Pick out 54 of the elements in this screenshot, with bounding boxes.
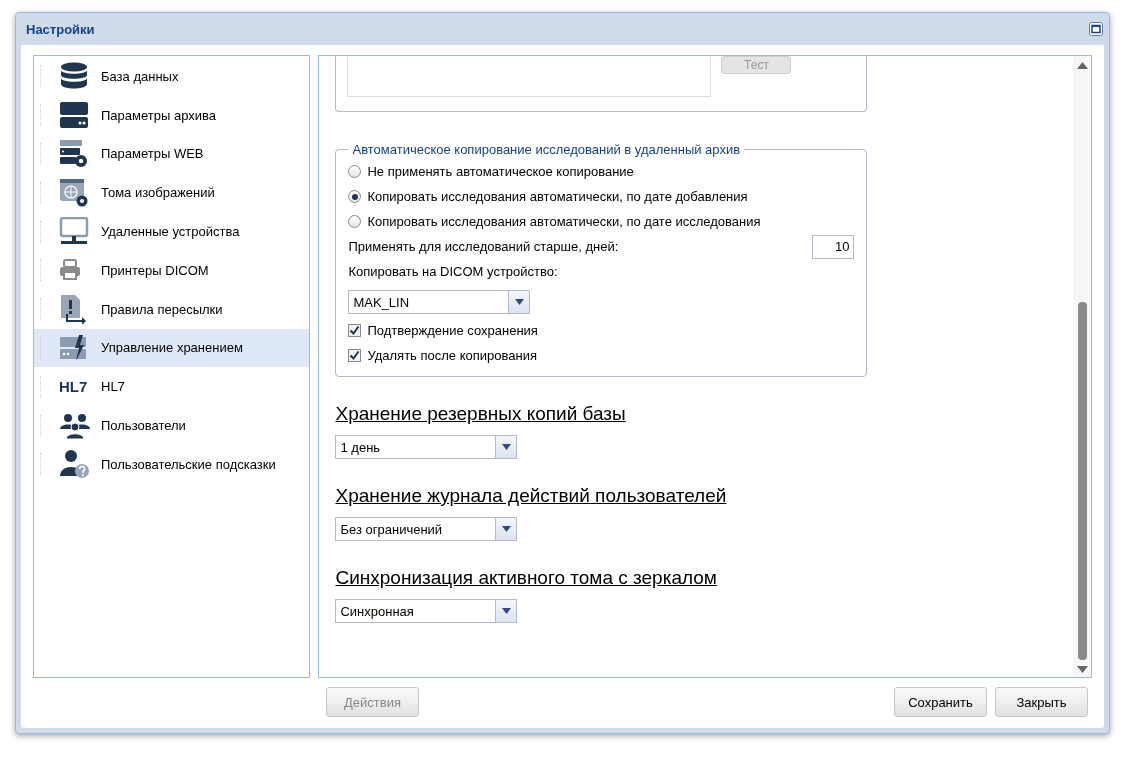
sidebar-item[interactable]: Правила пересылки (34, 289, 310, 329)
storage-lightning-icon (59, 333, 89, 362)
server-gear-icon (59, 139, 89, 169)
dropdown[interactable]: Без ограничений (335, 517, 518, 541)
section-heading: Синхронизация активного тома с зеркалом (335, 567, 718, 589)
radio-label: Не применять автоматическое копирование (367, 164, 634, 179)
caret-icon (501, 444, 511, 450)
dropdown[interactable]: 1 день (335, 435, 518, 459)
field-label: Копировать на DICOM устройство: (348, 264, 558, 279)
printer-icon (59, 259, 81, 282)
sidebar-item[interactable]: Пользовательские подсказки (34, 444, 310, 484)
scrollbar[interactable] (1073, 56, 1091, 677)
caret-icon (501, 608, 511, 614)
radio-button[interactable] (348, 190, 362, 203)
window-title: Настройки (26, 21, 96, 37)
checkbox[interactable] (348, 324, 362, 337)
sidebar-item[interactable]: Параметры архива (34, 95, 310, 135)
checkbox-label: Удалять после копирования (367, 348, 537, 363)
monitor-icon (59, 216, 89, 247)
user-question-icon (59, 449, 91, 480)
days-field[interactable]: 10 (812, 234, 855, 259)
scroll-thumb[interactable] (1077, 302, 1087, 660)
radio-label: Копировать исследования автоматически, по дате добавления (367, 189, 748, 204)
caret-icon (501, 526, 511, 532)
checkbox[interactable] (348, 349, 362, 362)
section-heading: Хранение журнала действий пользователей (335, 485, 728, 507)
caret-icon (514, 299, 524, 305)
close-button[interactable]: Закрыть (995, 687, 1088, 717)
maximize-icon[interactable] (1089, 22, 1103, 36)
scroll-down-icon[interactable] (1076, 666, 1088, 673)
field-label: Применять для исследований старше, дней: (348, 239, 619, 254)
users-icon (59, 411, 91, 440)
globe-gear-icon (59, 177, 89, 208)
section-heading: Хранение резервных копий базы (335, 403, 627, 425)
sidebar-item[interactable]: Удаленные устройства (34, 212, 310, 251)
group-legend: Автоматическое копирование исследований в удаленный архив (348, 142, 745, 157)
hl7-logo: HL7 (59, 378, 88, 396)
radio-label: Копировать исследования автоматически, по дате исследования (367, 214, 761, 229)
sidebar-item[interactable]: Тома изображений (34, 173, 310, 213)
radio-button[interactable] (348, 165, 362, 178)
server-icon (59, 101, 89, 130)
sidebar-item[interactable]: База данных (34, 57, 310, 96)
document-arrow-icon (59, 294, 89, 325)
sidebar-item[interactable]: HL7 HL7 (34, 367, 310, 407)
dropdown[interactable]: Синхронная (335, 599, 518, 623)
device-dropdown[interactable]: MAK_LIN (348, 290, 531, 314)
checkbox-label: Подтверждение сохранения (367, 323, 538, 338)
sidebar-item[interactable]: Параметры WEB (34, 134, 310, 174)
save-button[interactable]: Сохранить (894, 687, 987, 717)
scroll-up-icon[interactable] (1076, 62, 1088, 69)
radio-button[interactable] (348, 215, 362, 228)
sidebar-item[interactable]: Пользователи (34, 406, 310, 445)
sidebar-item[interactable]: Принтеры DICOM (34, 251, 310, 290)
sidebar-item[interactable]: Управление хранением (34, 328, 310, 368)
